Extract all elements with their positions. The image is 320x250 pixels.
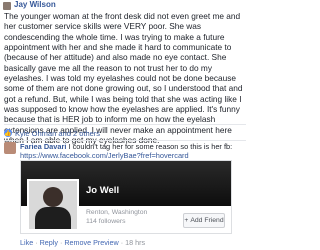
profile-location: Renton, Washington: [86, 209, 148, 216]
person-torso-shape: [35, 207, 71, 229]
profile-preview-card[interactable]: Jo Well Renton, Washington 114 followers…: [20, 160, 232, 234]
likes-summary[interactable]: 👍 Kyle Ohman and 2 others: [4, 127, 246, 139]
divider: [4, 124, 246, 125]
divider: [4, 140, 246, 141]
profile-followers: 114 followers: [86, 217, 126, 225]
post-body: The younger woman at the front desk did …: [4, 11, 243, 146]
comment-actions: Like · Reply · Remove Preview · 18 hrs: [20, 238, 145, 247]
profile-name[interactable]: Jo Well: [86, 185, 119, 196]
add-friend-icon: +: [184, 217, 189, 224]
avatar[interactable]: [3, 2, 11, 10]
comment-message: I couldn't tag her for some reason so th…: [66, 142, 233, 151]
commenter-name[interactable]: Fariea Davari: [20, 142, 66, 151]
remove-preview-link[interactable]: Remove Preview: [64, 238, 118, 247]
add-friend-button[interactable]: + Add Friend: [183, 213, 225, 228]
person-head-shape: [43, 187, 63, 207]
reply-link[interactable]: Reply: [40, 238, 58, 247]
add-friend-label: Add Friend: [190, 217, 224, 224]
profile-link[interactable]: https://www.facebook.com/JerlyBae?fref=h…: [20, 151, 246, 160]
post-author-name[interactable]: Jay Wilson: [14, 0, 56, 10]
comment-time[interactable]: 18 hrs: [125, 238, 145, 247]
like-icon: 👍: [4, 129, 12, 137]
profile-info: Renton, Washington 114 followers: [86, 209, 147, 226]
commenter-avatar[interactable]: [4, 142, 16, 154]
profile-photo[interactable]: [27, 179, 79, 231]
comment-text: Fariea Davari I couldn't tag her for som…: [20, 142, 246, 160]
likes-text[interactable]: Kyle Ohman and 2 others: [15, 129, 100, 138]
like-link[interactable]: Like: [20, 238, 33, 247]
